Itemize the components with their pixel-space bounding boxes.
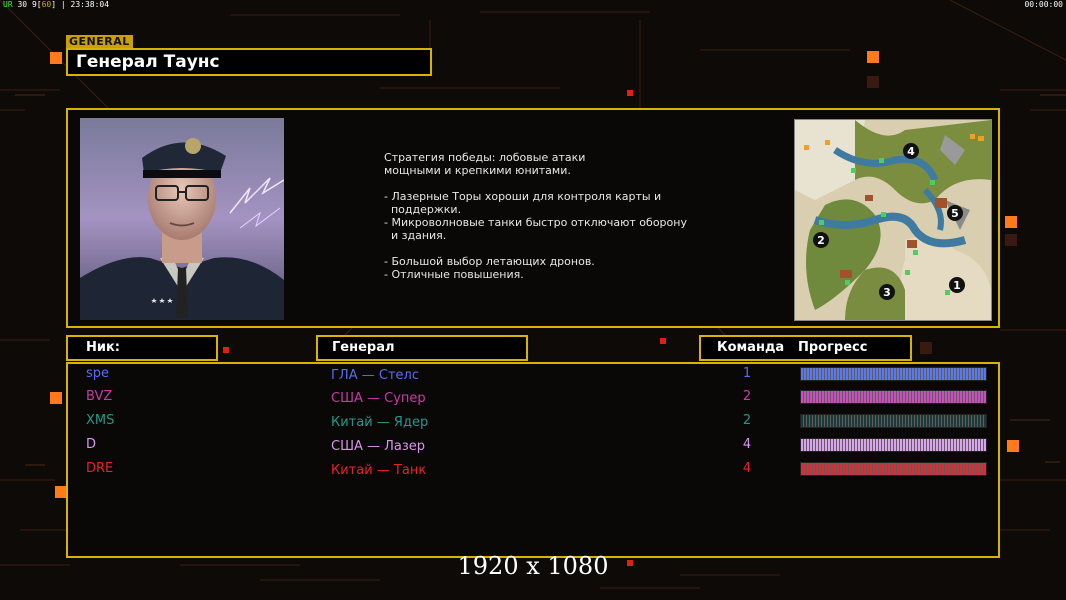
fps-cap-value: 60 xyxy=(41,0,52,9)
map-spawn-1: 1 xyxy=(953,279,961,292)
bullet-2-line-2: и здания. xyxy=(384,229,447,242)
player-team: 2 xyxy=(742,413,752,428)
player-progress-bar xyxy=(800,438,987,452)
player-nick: spe xyxy=(86,366,110,381)
player-general: США — Супер xyxy=(331,391,426,406)
fps-label: UR xyxy=(3,0,13,9)
header-team-progress: Команда Прогресс xyxy=(699,335,912,361)
player-general: Китай — Ядер xyxy=(331,415,429,430)
bullet-1-line-1: - Лазерные Торы хороши для контроля карт… xyxy=(384,190,662,203)
header-team-label: Команда xyxy=(717,340,785,355)
player-general: ГЛА — Стелс xyxy=(331,368,419,383)
player-nick: XMS xyxy=(86,413,115,428)
general-name-title: Генерал Таунс xyxy=(66,48,432,76)
player-progress-fill xyxy=(801,463,986,475)
map-preview: 4 5 2 3 1 xyxy=(794,119,992,321)
header-nick: Ник: xyxy=(66,335,218,361)
player-progress-bar xyxy=(800,462,987,476)
player-progress-bar xyxy=(800,390,987,404)
player-progress-fill xyxy=(801,415,986,427)
player-nick: BVZ xyxy=(86,389,113,404)
game-timer: 00:00:00 xyxy=(1024,0,1063,9)
player-team: 1 xyxy=(742,366,752,381)
map-spawn-5: 5 xyxy=(951,207,959,220)
general-tag: GENERAL xyxy=(66,35,133,48)
map-spawn-4: 4 xyxy=(907,145,915,158)
strategy-line-2: мощными и крепкими юнитами. xyxy=(384,164,571,177)
player-progress-fill xyxy=(801,368,986,380)
player-general: Китай — Танк xyxy=(331,463,427,478)
fps-counter: UR 30 9[60] | 23:38:04 xyxy=(3,0,110,9)
player-progress-fill xyxy=(801,391,986,403)
header-progress-label: Прогресс xyxy=(798,340,868,355)
clock-time: 23:38:04 xyxy=(70,0,110,9)
map-spawn-2: 2 xyxy=(817,234,825,247)
bullet-4-line-1: - Отличные повышения. xyxy=(384,268,524,281)
player-progress-fill xyxy=(801,439,986,451)
frames-value: 9 xyxy=(31,0,37,9)
bullet-2-line-1: - Микроволновые танки быстро отключают о… xyxy=(384,216,687,229)
player-progress-bar xyxy=(800,414,987,428)
player-general: США — Лазер xyxy=(331,439,426,454)
player-team: 4 xyxy=(742,461,752,476)
map-spawn-3: 3 xyxy=(883,286,891,299)
bullet-1-line-2: поддержки. xyxy=(384,203,462,216)
fps-value: 30 xyxy=(17,0,28,9)
strategy-line-1: Стратегия победы: лобовые атаки xyxy=(384,151,586,164)
player-team: 4 xyxy=(742,437,752,452)
general-description: Стратегия победы: лобовые атаки мощными … xyxy=(384,151,714,281)
player-nick: DRE xyxy=(86,461,114,476)
bullet-3-line-1: - Большой выбор летающих дронов. xyxy=(384,255,595,268)
general-portrait xyxy=(80,118,284,320)
player-team: 2 xyxy=(742,389,752,404)
header-general-label: Генерал xyxy=(332,340,395,355)
player-nick: D xyxy=(86,437,97,452)
header-general: Генерал xyxy=(316,335,528,361)
resolution-label: 1920 x 1080 xyxy=(457,552,609,580)
header-nick-label: Ник: xyxy=(86,340,121,355)
player-progress-bar xyxy=(800,367,987,381)
